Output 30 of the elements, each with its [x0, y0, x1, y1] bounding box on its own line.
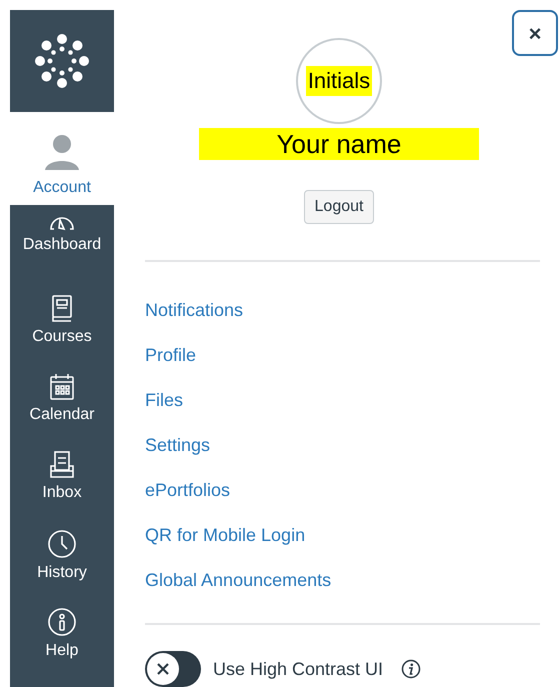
book-icon — [51, 295, 73, 323]
menu-link[interactable]: QR for Mobile Login — [145, 513, 306, 558]
nav-item[interactable]: History — [10, 517, 114, 595]
gauge-icon — [49, 217, 75, 231]
nav-item[interactable]: Account — [10, 112, 114, 205]
calendar-icon — [49, 373, 75, 401]
avatar-icon — [42, 132, 82, 172]
nav-item[interactable]: Courses — [10, 283, 114, 361]
user-name: Your name — [199, 128, 479, 160]
menu-link[interactable]: ePortfolios — [145, 468, 230, 513]
nav-item[interactable]: Dashboard — [10, 205, 114, 283]
close-icon — [157, 663, 169, 675]
logout-button[interactable]: Logout — [304, 190, 374, 224]
menu-link[interactable]: Profile — [145, 333, 196, 378]
info-icon[interactable] — [401, 659, 422, 679]
info-icon — [47, 607, 77, 637]
initials: Initials — [306, 66, 372, 96]
nav-item[interactable]: Inbox — [10, 439, 114, 517]
nav-item[interactable]: Help — [10, 595, 114, 673]
toggle-label: Use High Contrast UI — [213, 658, 384, 681]
menu-link[interactable]: Files — [145, 378, 184, 423]
menu-link[interactable]: Notifications — [145, 288, 244, 333]
logo-icon — [34, 33, 90, 89]
inbox-icon — [49, 451, 75, 479]
menu-link[interactable]: Global Announcements — [145, 558, 332, 603]
close-button[interactable]: × — [512, 10, 558, 56]
menu-link[interactable]: Settings — [145, 423, 210, 468]
clock-icon — [47, 529, 77, 559]
nav-item[interactable]: Calendar — [10, 361, 114, 439]
toggle-switch[interactable] — [145, 651, 201, 687]
